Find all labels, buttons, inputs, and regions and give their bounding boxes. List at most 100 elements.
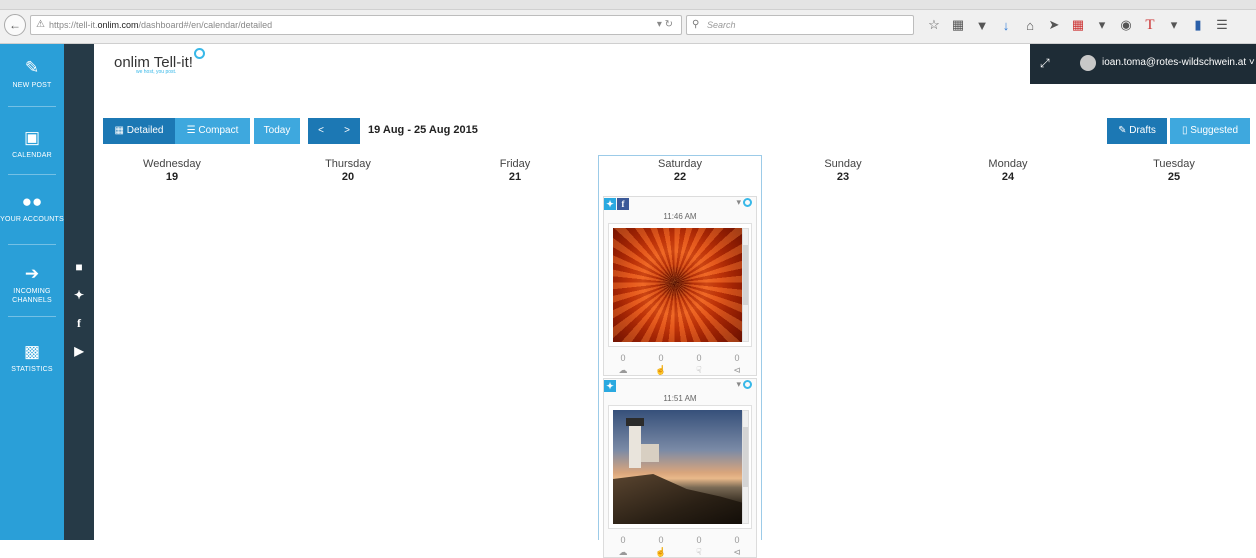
status-ring-icon	[743, 380, 752, 390]
post-header: ✦ ▾	[604, 379, 756, 393]
sidebar-item-new-post[interactable]: ✎ NEW POST	[0, 58, 64, 90]
calendar-icon: ▣	[23, 128, 41, 147]
post-scrollbar[interactable]	[742, 228, 749, 342]
day-number: 24	[1001, 171, 1015, 183]
user-panel: ⤢ ioan.toma@rotes-wildschwein.at ˅	[1030, 44, 1256, 84]
image-lighthouse-lantern	[626, 418, 644, 426]
share-icon[interactable]: ⊲	[722, 365, 752, 376]
pocket-icon[interactable]: ▼	[970, 18, 994, 33]
post-menu[interactable]: ▾	[736, 197, 752, 208]
scheduled-post[interactable]: ✦ f ▾ 11:46 AM 0 ☁ 0 ☝ 0 ☟ 0 ⊲	[603, 196, 757, 376]
day-name: Sunday	[824, 158, 862, 170]
scrollbar-thumb[interactable]	[743, 427, 748, 487]
main-sidebar: ✎ NEW POST ▣ CALENDAR ●● YOUR ACCOUNTS ➔…	[0, 44, 64, 540]
sidebar-divider	[8, 316, 56, 317]
list-icon: ☰	[186, 125, 196, 136]
day-header-wednesday: Wednesday 19	[132, 158, 212, 183]
thumbs-up-icon[interactable]: ☝	[646, 365, 676, 376]
home-icon[interactable]: ⌂	[1018, 18, 1042, 33]
sidebar-item-calendar[interactable]: ▣ CALENDAR	[0, 128, 64, 160]
post-stats: 0 ☁ 0 ☝ 0 ☟ 0 ⊲	[604, 529, 756, 557]
post-image[interactable]	[613, 410, 747, 524]
sidebar-item-label: YOUR ACCOUNTS	[0, 216, 64, 223]
sidebar-item-label: STATISTICS	[11, 366, 53, 373]
day-name: Thursday	[325, 158, 371, 170]
prev-week-button[interactable]: <	[308, 118, 334, 144]
sidebar-item-incoming-channels[interactable]: ➔ INCOMING CHANNELS	[0, 264, 64, 305]
post-media	[608, 405, 752, 529]
browser-search-input[interactable]: ⚲ Search	[686, 15, 914, 35]
address-url[interactable]: https://tell-it.onlim.com/dashboard#/en/…	[49, 20, 272, 30]
expand-icon[interactable]: ⤢	[1040, 56, 1050, 71]
reading-list-icon[interactable]: ▦	[946, 17, 970, 33]
likes-stat: 0 ☝	[646, 351, 676, 375]
today-button[interactable]: Today	[254, 118, 300, 144]
logo[interactable]: onlim Tell-it! we host, you post.	[114, 48, 205, 75]
day-number: 19	[165, 171, 179, 183]
image-lighthouse-tower	[629, 424, 641, 468]
buffer-icon[interactable]: ■	[64, 260, 94, 274]
dislikes-stat: 0 ☟	[684, 533, 714, 557]
facebook-icon[interactable]: f	[64, 316, 94, 331]
dropdown-icon[interactable]: ▾	[1162, 17, 1186, 33]
app-header: onlim Tell-it! we host, you post. ⤢ ioan…	[94, 44, 1256, 90]
post-image[interactable]	[613, 228, 747, 342]
sidebar-item-your-accounts[interactable]: ●● YOUR ACCOUNTS	[0, 192, 64, 224]
users-icon: ●●	[21, 192, 43, 211]
detailed-view-button[interactable]: ▦ Detailed	[103, 118, 175, 144]
pencil-icon: ✎	[1118, 125, 1127, 136]
compact-view-button[interactable]: ☰ Compact	[175, 118, 250, 144]
back-arrow-icon[interactable]: ←	[4, 14, 26, 36]
drafts-button[interactable]: ✎ Drafts	[1107, 118, 1167, 144]
share-icon[interactable]: ⊲	[722, 547, 752, 558]
menu-icon[interactable]: ☰	[1210, 17, 1234, 33]
post-media	[608, 223, 752, 347]
twitter-icon: ✦	[604, 380, 616, 392]
image-texture	[613, 228, 747, 342]
logo-tagline: we host, you post.	[136, 69, 177, 75]
avatar[interactable]	[1080, 55, 1096, 71]
download-icon[interactable]: ↓	[994, 18, 1018, 33]
next-week-button[interactable]: >	[334, 118, 360, 144]
logo-ring-icon	[193, 48, 205, 59]
thumbs-up-icon[interactable]: ☝	[646, 547, 676, 558]
chat-icon[interactable]: ◉	[1114, 17, 1138, 33]
day-number: 20	[341, 171, 355, 183]
day-header-friday: Friday 21	[475, 158, 555, 183]
comment-icon[interactable]: ☁	[608, 547, 638, 558]
comment-icon[interactable]: ☁	[608, 365, 638, 376]
day-name: Friday	[499, 158, 531, 170]
day-number: 23	[836, 171, 850, 183]
text-t-icon[interactable]: T	[1138, 17, 1162, 34]
thumbs-down-icon[interactable]: ☟	[684, 365, 714, 376]
library-icon[interactable]: ▮	[1186, 17, 1210, 33]
day-name: Monday	[988, 158, 1028, 170]
shares-stat: 0 ⊲	[722, 351, 752, 375]
scrollbar-thumb[interactable]	[743, 245, 748, 305]
bookmark-star-icon[interactable]: ☆	[922, 17, 946, 33]
comments-count: 0	[620, 353, 626, 363]
dislikes-count: 0	[696, 535, 702, 545]
day-number: 22	[673, 171, 687, 183]
dislikes-count: 0	[696, 353, 702, 363]
post-time: 11:51 AM	[663, 394, 697, 403]
youtube-icon[interactable]: ▶	[64, 344, 94, 358]
scheduled-post[interactable]: ✦ ▾ 11:51 AM 0 ☁ 0 ☝ 0 ☟ 0 ⊲	[603, 378, 757, 558]
thumbs-down-icon[interactable]: ☟	[684, 547, 714, 558]
likes-stat: 0 ☝	[646, 533, 676, 557]
reload-icon[interactable]: ▾ ↻	[657, 19, 673, 30]
send-icon[interactable]: ➤	[1042, 17, 1066, 33]
sidebar-divider	[8, 106, 56, 107]
post-menu[interactable]: ▾	[736, 379, 752, 390]
dislikes-stat: 0 ☟	[684, 351, 714, 375]
sidebar-item-statistics[interactable]: ▩ STATISTICS	[0, 342, 64, 374]
twitter-icon[interactable]: ✦	[64, 288, 94, 302]
suggested-button[interactable]: ▯ Suggested	[1170, 118, 1250, 144]
address-bar[interactable]: ⚠ https://tell-it.onlim.com/dashboard#/e…	[30, 15, 682, 35]
post-scrollbar[interactable]	[742, 410, 749, 524]
day-header-thursday: Thursday 20	[308, 158, 388, 183]
dropdown-icon[interactable]: ▾	[1090, 17, 1114, 33]
pencil-square-icon: ✎	[24, 58, 40, 77]
translate-icon[interactable]: ▦	[1066, 17, 1090, 33]
user-email[interactable]: ioan.toma@rotes-wildschwein.at ˅	[1102, 57, 1255, 68]
